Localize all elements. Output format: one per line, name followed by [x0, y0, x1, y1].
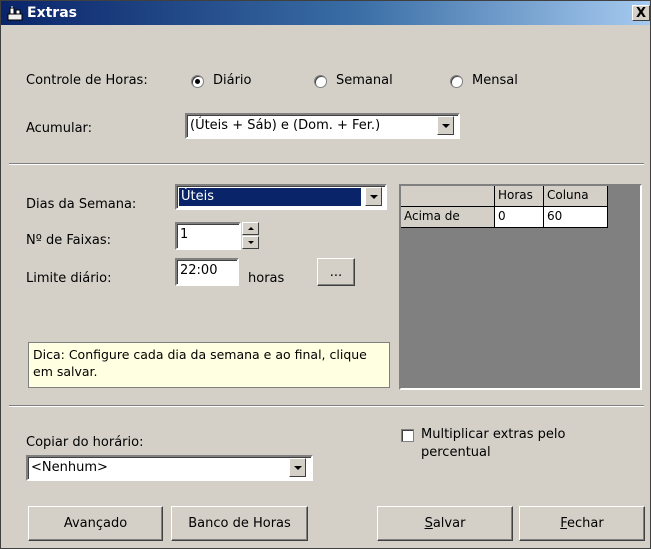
- radio-semanal[interactable]: [314, 75, 327, 88]
- radio-diario-label[interactable]: Diário: [213, 73, 252, 88]
- app-icon: [7, 5, 23, 21]
- radio-diario[interactable]: [191, 75, 204, 88]
- grid-row-label: Acima de: [401, 207, 495, 228]
- copiar-value: <Nenhum>: [31, 460, 108, 475]
- acumular-label: Acumular:: [26, 121, 93, 136]
- limite-input[interactable]: 22:00: [175, 258, 239, 286]
- close-button[interactable]: X: [632, 5, 650, 21]
- close-icon: X: [635, 5, 647, 21]
- banco-de-horas-button[interactable]: Banco de Horas: [171, 506, 308, 541]
- fechar-rest: echar: [567, 516, 604, 531]
- faixas-grid[interactable]: Horas Coluna Acima de 0 60: [399, 184, 642, 390]
- extras-dialog: Extras X Controle de Horas: Diário Seman…: [0, 0, 651, 549]
- dias-dropdown-button[interactable]: [365, 187, 382, 206]
- dias-value: Úteis: [178, 187, 362, 207]
- acumular-select[interactable]: (Úteis + Sáb) e (Dom. + Fer.): [185, 113, 460, 139]
- dica-box: Dica: Configure cada dia da semana e ao …: [28, 342, 390, 388]
- spin-down-button[interactable]: [242, 236, 259, 249]
- multiplicar-checkbox[interactable]: [401, 429, 414, 442]
- banco-label: Banco de Horas: [188, 516, 291, 531]
- avancado-label: Avançado: [63, 516, 128, 531]
- more-button[interactable]: ...: [317, 258, 355, 286]
- limite-unit: horas: [248, 271, 285, 286]
- radio-semanal-label[interactable]: Semanal: [336, 73, 393, 88]
- dica-text: Dica: Configure cada dia da semana e ao …: [33, 347, 367, 379]
- grid-cell-coluna[interactable]: 60: [544, 207, 608, 228]
- divider-top: [9, 163, 644, 165]
- salvar-label: Salvar: [425, 516, 466, 531]
- copiar-dropdown-button[interactable]: [289, 458, 306, 477]
- ellipsis-icon: ...: [329, 264, 343, 280]
- faixas-label: Nº de Faixas:: [26, 233, 112, 248]
- grid-cell-horas[interactable]: 0: [495, 207, 544, 228]
- fechar-label: Fechar: [560, 516, 603, 531]
- radio-mensal[interactable]: [450, 75, 463, 88]
- salvar-rest: alvar: [432, 516, 466, 531]
- arrow-down-icon: [247, 241, 254, 244]
- multiplicar-label[interactable]: Multiplicar extras pelo percentual: [421, 426, 611, 462]
- controle-label: Controle de Horas:: [26, 73, 148, 88]
- acumular-dropdown-button[interactable]: [437, 116, 454, 135]
- limite-value: 22:00: [180, 263, 218, 278]
- avancado-button[interactable]: Avançado: [28, 506, 163, 541]
- acumular-value: (Úteis + Sáb) e (Dom. + Fer.): [190, 118, 381, 133]
- faixas-value: 1: [180, 227, 189, 242]
- fechar-button[interactable]: Fechar: [519, 506, 645, 541]
- dias-label: Dias da Semana:: [26, 197, 137, 212]
- window-title: Extras: [27, 5, 77, 21]
- copiar-label: Copiar do horário:: [26, 435, 144, 450]
- salvar-button[interactable]: Salvar: [377, 506, 513, 541]
- copiar-select[interactable]: <Nenhum>: [26, 455, 313, 481]
- chevron-down-icon: [293, 465, 302, 470]
- chevron-down-icon: [369, 194, 378, 199]
- salvar-mnemonic: S: [424, 516, 433, 531]
- title-bar[interactable]: Extras X: [1, 1, 650, 25]
- chevron-down-icon: [441, 123, 450, 128]
- dias-select[interactable]: Úteis: [175, 184, 387, 210]
- grid-header-corner: [401, 186, 495, 207]
- arrow-up-icon: [247, 227, 254, 230]
- spin-up-button[interactable]: [242, 222, 259, 235]
- faixas-input[interactable]: 1: [175, 222, 241, 250]
- grid-header-horas: Horas: [495, 186, 544, 207]
- grid-header-coluna: Coluna: [544, 186, 608, 207]
- limite-label: Limite diário:: [26, 271, 112, 286]
- radio-mensal-label[interactable]: Mensal: [472, 73, 518, 88]
- radio-dot: [195, 79, 200, 84]
- fechar-mnemonic: F: [560, 516, 568, 531]
- divider-bottom: [9, 405, 644, 407]
